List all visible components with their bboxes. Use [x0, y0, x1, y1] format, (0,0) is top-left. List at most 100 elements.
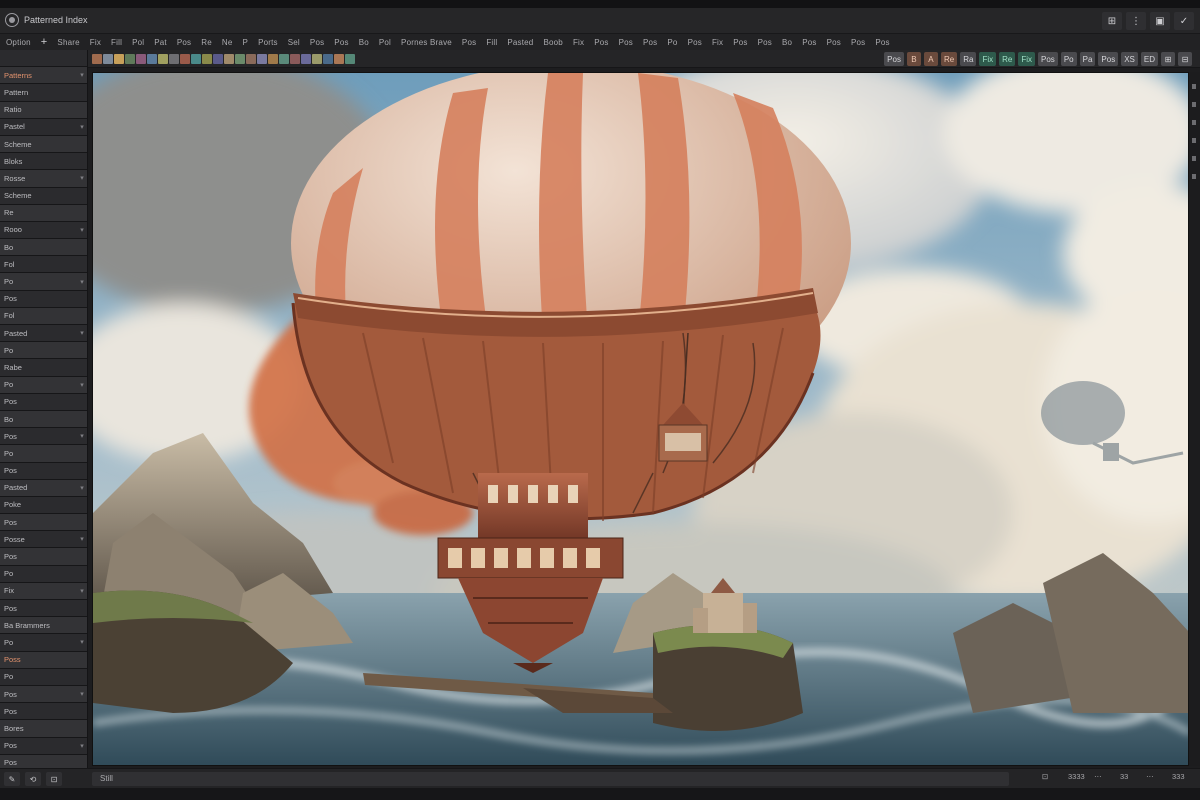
menu-item[interactable]: Pos: [827, 38, 841, 47]
layer-row[interactable]: Bo: [0, 239, 87, 257]
canvas[interactable]: [92, 72, 1189, 766]
menu-item[interactable]: +: [41, 36, 48, 48]
menu-item[interactable]: Pol: [132, 38, 144, 47]
layer-row[interactable]: Posse ▾: [0, 531, 87, 549]
panel-button[interactable]: ▣: [1150, 12, 1170, 30]
color-swatch[interactable]: [323, 54, 333, 64]
menu-item[interactable]: Pos: [462, 38, 476, 47]
menu-item[interactable]: Pos: [594, 38, 608, 47]
layer-row[interactable]: Fol: [0, 307, 87, 325]
color-swatch[interactable]: [147, 54, 157, 64]
layout-button[interactable]: ⊞: [1102, 12, 1122, 30]
tool-button[interactable]: Re: [940, 52, 958, 66]
color-swatch[interactable]: [103, 54, 113, 64]
color-swatch[interactable]: [213, 54, 223, 64]
color-swatch[interactable]: [246, 54, 256, 64]
tool-button[interactable]: Pos: [1038, 52, 1058, 66]
layer-row[interactable]: Rabe: [0, 359, 87, 377]
menu-item[interactable]: Bo: [359, 38, 369, 47]
chevron-down-icon[interactable]: ▾: [77, 329, 87, 337]
menu-item[interactable]: Pos: [758, 38, 772, 47]
color-swatch[interactable]: [224, 54, 234, 64]
right-scroll-strip[interactable]: [1189, 72, 1200, 766]
chevron-down-icon[interactable]: ▾: [77, 742, 87, 750]
layer-row[interactable]: Scheme: [0, 187, 87, 205]
tool-button[interactable]: Po: [1060, 52, 1077, 66]
tool-button[interactable]: A: [923, 52, 938, 66]
tool-button[interactable]: XS: [1121, 52, 1138, 66]
tool-button[interactable]: Pos: [1098, 52, 1119, 66]
menu-item[interactable]: Pos: [802, 38, 816, 47]
menu-item[interactable]: Pasted: [507, 38, 533, 47]
tool-button[interactable]: B: [906, 52, 921, 66]
menu-item[interactable]: Boob: [543, 38, 562, 47]
layer-row[interactable]: Bo: [0, 410, 87, 429]
menu-item[interactable]: Ne: [222, 38, 233, 47]
color-swatch[interactable]: [312, 54, 322, 64]
chevron-down-icon[interactable]: ▾: [77, 174, 87, 182]
layer-row[interactable]: Re: [0, 204, 87, 222]
menu-item[interactable]: Fix: [573, 38, 584, 47]
color-swatch[interactable]: [334, 54, 344, 64]
layer-row[interactable]: Rosse ▾: [0, 170, 87, 188]
layer-row[interactable]: Fix ▾: [0, 582, 87, 600]
more-button[interactable]: ⋮: [1126, 12, 1146, 30]
menu-item[interactable]: Pos: [643, 38, 657, 47]
menu-item[interactable]: Pornes Brave: [401, 38, 452, 47]
layer-row[interactable]: Pos: [0, 514, 87, 532]
color-swatch[interactable]: [180, 54, 190, 64]
menu-item[interactable]: Pos: [619, 38, 633, 47]
chevron-down-icon[interactable]: ▾: [77, 535, 87, 543]
menu-item[interactable]: Pos: [875, 38, 889, 47]
edit-icon[interactable]: ✎: [4, 772, 20, 786]
color-swatch[interactable]: [235, 54, 245, 64]
layer-row[interactable]: Pos ▾: [0, 737, 87, 755]
frame-icon[interactable]: ⊡: [46, 772, 62, 786]
menu-item[interactable]: Pos: [851, 38, 865, 47]
menu-item[interactable]: Sel: [288, 38, 300, 47]
chevron-down-icon[interactable]: ▾: [77, 690, 87, 698]
menu-item[interactable]: Share: [57, 38, 79, 47]
color-swatch[interactable]: [257, 54, 267, 64]
layer-row[interactable]: Ratio: [0, 101, 87, 119]
menu-item[interactable]: Pos: [310, 38, 324, 47]
menu-item[interactable]: Fill: [111, 38, 122, 47]
layer-row[interactable]: Po: [0, 668, 87, 686]
layer-row[interactable]: Bores: [0, 720, 87, 738]
layer-row[interactable]: Pastel ▾: [0, 118, 87, 136]
layer-row[interactable]: Pos: [0, 548, 87, 566]
layer-row[interactable]: Pos: [0, 600, 87, 618]
menu-item[interactable]: Ports: [258, 38, 278, 47]
chevron-down-icon[interactable]: ▾: [77, 71, 87, 79]
color-swatch[interactable]: [301, 54, 311, 64]
chevron-down-icon[interactable]: ▾: [77, 587, 87, 595]
color-swatch[interactable]: [169, 54, 179, 64]
layer-row[interactable]: Ba Brammers: [0, 617, 87, 635]
menu-item[interactable]: Pat: [154, 38, 167, 47]
layer-row[interactable]: Bloks: [0, 153, 87, 171]
tool-button[interactable]: Re: [999, 52, 1016, 66]
color-swatch[interactable]: [290, 54, 300, 64]
chevron-down-icon[interactable]: ▾: [77, 278, 87, 286]
layer-row[interactable]: Po ▾: [0, 273, 87, 291]
chevron-down-icon[interactable]: ▾: [77, 381, 87, 389]
layer-row[interactable]: Po: [0, 342, 87, 360]
layer-row[interactable]: Po: [0, 445, 87, 463]
color-swatch[interactable]: [158, 54, 168, 64]
layer-row[interactable]: Pattern: [0, 84, 87, 102]
tool-button[interactable]: Ra: [960, 52, 977, 66]
layer-row[interactable]: Rooo ▾: [0, 221, 87, 240]
chevron-down-icon[interactable]: ▾: [77, 638, 87, 646]
layer-row[interactable]: Pos: [0, 290, 87, 308]
chevron-down-icon[interactable]: ▾: [77, 226, 87, 234]
layer-row[interactable]: Po: [0, 565, 87, 583]
layer-row[interactable]: Pos: [0, 754, 87, 768]
color-swatch[interactable]: [191, 54, 201, 64]
menu-item[interactable]: Fix: [712, 38, 723, 47]
status-field[interactable]: Still: [92, 772, 1009, 786]
color-swatch[interactable]: [125, 54, 135, 64]
menu-item[interactable]: Bo: [782, 38, 792, 47]
tool-button[interactable]: Fix: [1018, 52, 1036, 66]
color-swatch[interactable]: [92, 54, 102, 64]
confirm-button[interactable]: ✓: [1174, 12, 1194, 30]
